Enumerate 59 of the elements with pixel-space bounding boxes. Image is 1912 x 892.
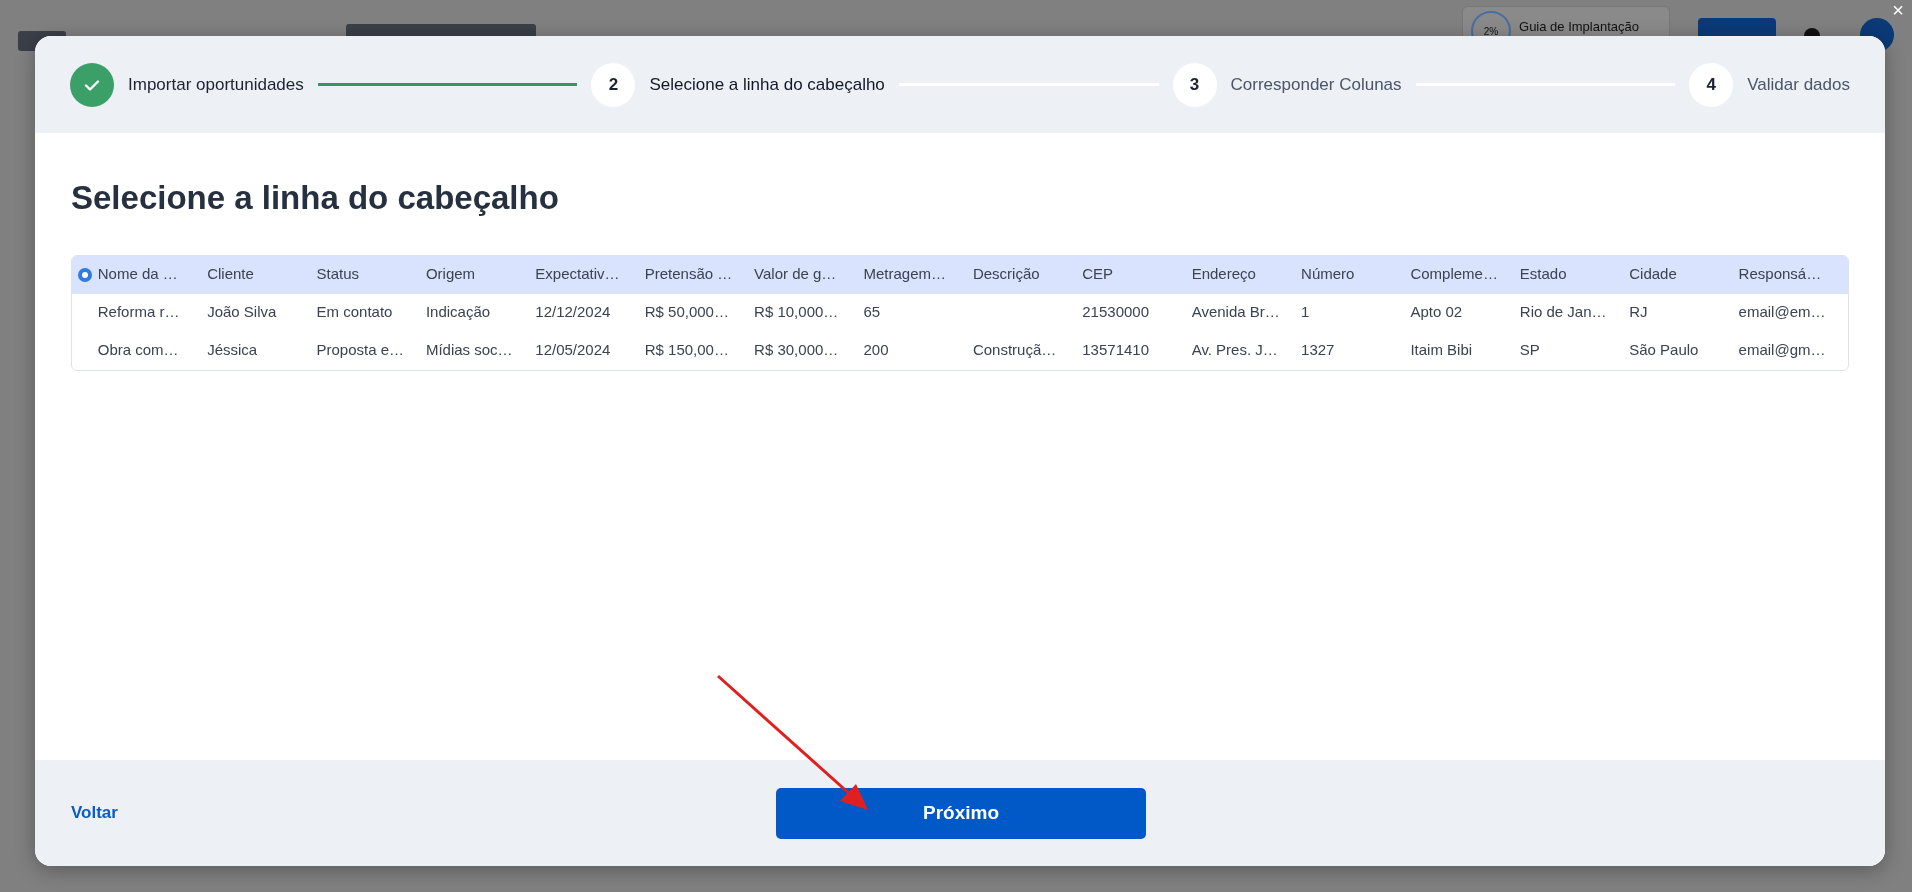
step-number: 4 xyxy=(1689,62,1734,107)
table-cell: 65 xyxy=(863,303,881,321)
table-cell: 200 xyxy=(863,341,889,359)
step-number: 2 xyxy=(591,62,636,107)
table-cell: João Silva xyxy=(207,303,277,321)
table-cell: Itaim Bibi xyxy=(1410,341,1473,359)
table-cell: 12/05/2024 xyxy=(535,341,611,359)
column-header: Metragem… xyxy=(863,265,946,283)
column-header: Compleme… xyxy=(1410,265,1498,283)
table-cell: R$ 30,000… xyxy=(754,341,839,359)
column-header: Origem xyxy=(425,265,476,283)
column-header: Endereço xyxy=(1191,265,1256,283)
table-cell: R$ 10,000… xyxy=(754,303,839,321)
back-link[interactable]: Voltar xyxy=(71,800,118,826)
column-header: CEP xyxy=(1082,265,1114,283)
step-number: 3 xyxy=(1172,62,1217,107)
table-cell: Rio de Jan… xyxy=(1519,303,1607,321)
column-header: Valor de g… xyxy=(754,265,837,283)
table-cell: Avenida Br… xyxy=(1191,303,1280,321)
column-header: Responsá… xyxy=(1738,265,1822,283)
table-cell: Apto 02 xyxy=(1410,303,1463,321)
table-cell: Reforma r… xyxy=(97,303,180,321)
step-label[interactable]: Validar dados xyxy=(1747,71,1850,98)
table-cell: Jéssica xyxy=(207,341,258,359)
column-header: Pretensão … xyxy=(644,265,733,283)
table-cell: Em contato xyxy=(316,303,393,321)
column-header: Cidade xyxy=(1629,265,1677,283)
table-cell: São Paulo xyxy=(1629,341,1699,359)
table-cell: Construçã… xyxy=(972,341,1057,359)
table-cell: Av. Pres. J… xyxy=(1191,341,1278,359)
step-label[interactable]: Corresponder Colunas xyxy=(1230,71,1402,98)
column-header: Estado xyxy=(1519,265,1567,283)
table-cell: Indicação xyxy=(425,303,491,321)
column-header: Expectativ… xyxy=(535,265,620,283)
column-header: Descrição xyxy=(972,265,1040,283)
table-cell: R$ 50,000… xyxy=(644,303,729,321)
table-cell: R$ 150,00… xyxy=(644,341,729,359)
column-header: Cliente xyxy=(207,265,254,283)
table-cell: Mídias soc… xyxy=(425,341,513,359)
table-cell: Proposta e… xyxy=(316,341,405,359)
close-button[interactable]: × xyxy=(1892,0,1904,20)
column-header: Status xyxy=(316,265,360,283)
table-cell: 12/12/2024 xyxy=(535,303,611,321)
page-heading: Selecione a linha do cabeçalho xyxy=(71,178,560,218)
table-cell: 21530000 xyxy=(1082,303,1149,321)
guide-label: Guia de Implantação xyxy=(1519,18,1639,36)
column-header: Nome da … xyxy=(97,265,178,283)
next-button[interactable]: Próximo xyxy=(776,788,1146,839)
table-cell: email@gm… xyxy=(1738,341,1826,359)
table-cell: email@em… xyxy=(1738,303,1826,321)
step-label[interactable]: Importar oportunidades xyxy=(128,71,304,98)
table-cell: SP xyxy=(1519,341,1540,359)
step-label[interactable]: Selecione a linha do cabeçalho xyxy=(649,71,885,98)
column-header: Número xyxy=(1301,265,1355,283)
table-cell: RJ xyxy=(1629,303,1648,321)
table-cell: 13571410 xyxy=(1082,341,1149,359)
table-cell: 1 xyxy=(1301,303,1310,321)
table-cell: 1327 xyxy=(1301,341,1335,359)
table-cell: Obra com… xyxy=(97,341,179,359)
